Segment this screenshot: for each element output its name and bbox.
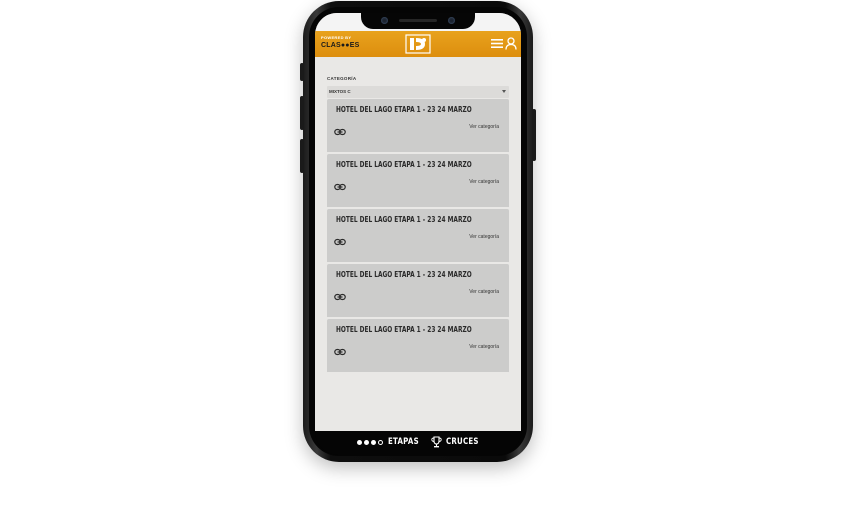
- list-item[interactable]: HOTEL DEL LAGO ETAPA 1 - 23 24 MARZO Ver…: [327, 264, 509, 319]
- list-item[interactable]: HOTEL DEL LAGO ETAPA 1 - 23 24 MARZO Ver…: [327, 99, 509, 154]
- chain-link-icon: [334, 293, 346, 301]
- brand-logo[interactable]: CLAS●●ES: [321, 42, 359, 49]
- volume-up-button: [300, 96, 304, 130]
- stages-dots-icon: [357, 440, 383, 445]
- list-item-title: HOTEL DEL LAGO ETAPA 1 - 23 24 MARZO: [336, 215, 472, 224]
- stage: POWERED BY CLAS●●ES CATEGORÍA MIXTOS C H…: [0, 0, 847, 515]
- tab-etapas[interactable]: ETAPAS: [388, 437, 419, 447]
- list-item[interactable]: HOTEL DEL LAGO ETAPA 1 - 23 24 MARZO Ver…: [327, 154, 509, 209]
- user-icon[interactable]: [505, 37, 517, 50]
- speaker-grille: [399, 19, 437, 22]
- list-item-title: HOTEL DEL LAGO ETAPA 1 - 23 24 MARZO: [336, 325, 472, 334]
- list-item-title: HOTEL DEL LAGO ETAPA 1 - 23 24 MARZO: [336, 105, 472, 114]
- hamburger-menu-icon[interactable]: [491, 38, 503, 49]
- view-category-link[interactable]: Ver categoría: [469, 124, 499, 130]
- main-content: CATEGORÍA MIXTOS C HOTEL DEL LAGO ETAPA …: [315, 76, 521, 374]
- sensor-icon: [448, 17, 455, 24]
- dot-outline-icon: [378, 440, 383, 445]
- category-select-value: MIXTOS C: [329, 89, 351, 94]
- power-button: [532, 109, 536, 161]
- tab-cruces[interactable]: CRUCES: [446, 437, 479, 447]
- list-item[interactable]: HOTEL DEL LAGO ETAPA 1 - 23 24 MARZO Ver…: [327, 209, 509, 264]
- app-screen: POWERED BY CLAS●●ES CATEGORÍA MIXTOS C H…: [315, 13, 521, 431]
- chevron-down-icon: [502, 90, 506, 93]
- dot-icon: [357, 440, 362, 445]
- camera-icon: [381, 17, 388, 24]
- powered-by-label: POWERED BY: [321, 35, 352, 40]
- view-category-link[interactable]: Ver categoría: [469, 289, 499, 295]
- volume-down-button: [300, 139, 304, 173]
- phone-frame: POWERED BY CLAS●●ES CATEGORÍA MIXTOS C H…: [300, 1, 536, 462]
- club-logo-icon[interactable]: [405, 34, 431, 54]
- trophy-icon: [431, 436, 442, 448]
- mute-switch: [300, 63, 304, 81]
- list-item-title: HOTEL DEL LAGO ETAPA 1 - 23 24 MARZO: [336, 160, 472, 169]
- chain-link-icon: [334, 128, 346, 136]
- view-category-link[interactable]: Ver categoría: [469, 344, 499, 350]
- dot-icon: [371, 440, 376, 445]
- category-label: CATEGORÍA: [327, 76, 357, 81]
- category-select[interactable]: MIXTOS C: [327, 86, 509, 98]
- list-item[interactable]: HOTEL DEL LAGO ETAPA 1 - 23 24 MARZO Ver…: [327, 319, 509, 374]
- view-category-link[interactable]: Ver categoría: [469, 179, 499, 185]
- chain-link-icon: [334, 348, 346, 356]
- list-item-title: HOTEL DEL LAGO ETAPA 1 - 23 24 MARZO: [336, 270, 472, 279]
- view-category-link[interactable]: Ver categoría: [469, 234, 499, 240]
- stage-list: HOTEL DEL LAGO ETAPA 1 - 23 24 MARZO Ver…: [327, 99, 509, 374]
- notch: [361, 13, 475, 29]
- chain-link-icon: [334, 238, 346, 246]
- dot-icon: [364, 440, 369, 445]
- chain-link-icon: [334, 183, 346, 191]
- app-header: POWERED BY CLAS●●ES: [315, 31, 521, 57]
- bottom-nav: ETAPAS CRUCES: [315, 431, 521, 455]
